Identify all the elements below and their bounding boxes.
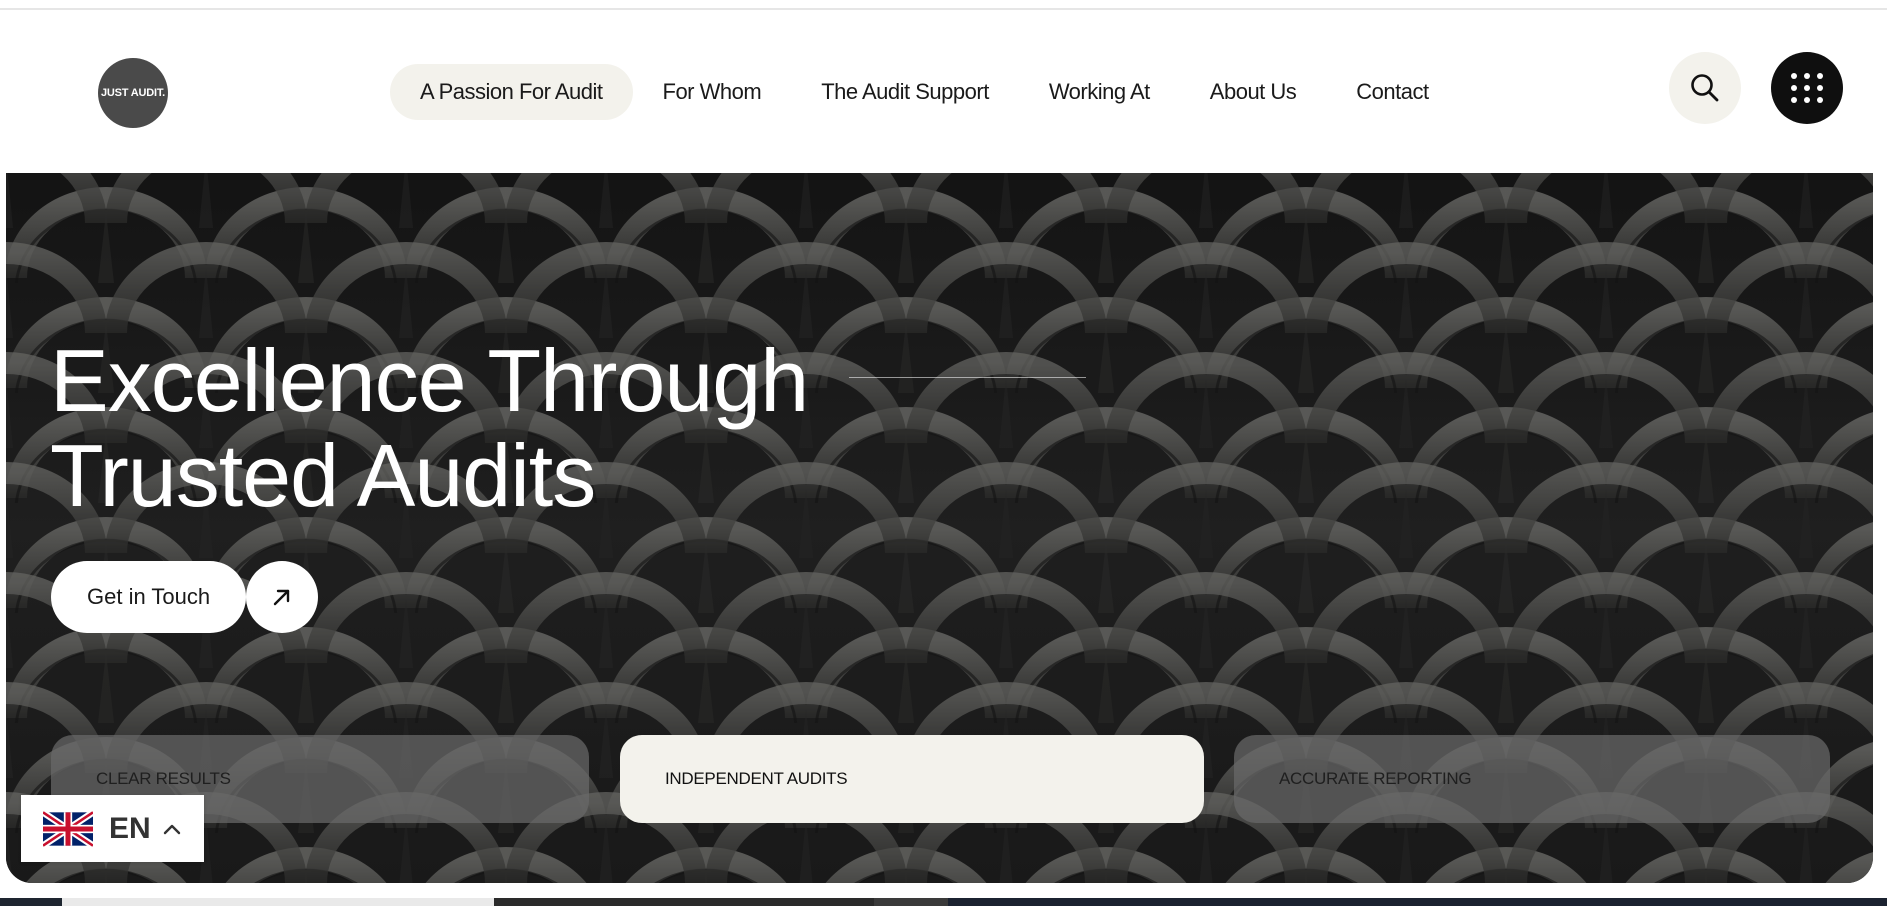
grid-menu-icon (1790, 97, 1797, 103)
grid-menu-icon (1803, 85, 1810, 91)
hero-title-line-1: Excellence Through (50, 331, 809, 430)
grid-menu-icon (1790, 85, 1797, 91)
cta-group: Get in Touch (51, 561, 319, 633)
site-header: JUST AUDIT. A Passion For Audit For Whom… (0, 10, 1887, 173)
grid-menu-icon (1816, 85, 1823, 91)
tab-independent-audits[interactable]: INDEPENDENT AUDITS (620, 735, 1204, 823)
nav-item-working-at[interactable]: Working At (1019, 64, 1180, 120)
next-section-peek (0, 898, 1887, 906)
cta-arrow-button[interactable] (246, 561, 319, 633)
nav-item-a-passion-for-audit[interactable]: A Passion For Audit (390, 64, 633, 120)
chevron-up-icon (163, 824, 180, 834)
search-button[interactable] (1669, 52, 1741, 124)
uk-flag-icon (43, 810, 93, 847)
grid-menu-icon (1803, 97, 1810, 103)
get-in-touch-button[interactable]: Get in Touch (51, 561, 247, 633)
grid-menu-icon (1816, 97, 1823, 103)
grid-menu-icon (1790, 73, 1797, 79)
hero-title-line-2: Trusted Audits (50, 426, 596, 525)
logo-text: JUST AUDIT. (100, 87, 165, 99)
logo[interactable]: JUST AUDIT. (98, 58, 168, 128)
main-nav: A Passion For Audit For Whom The Audit S… (390, 64, 1459, 120)
search-icon (1691, 74, 1719, 102)
tab-accurate-reporting[interactable]: ACCURATE REPORTING (1234, 735, 1830, 823)
grid-menu-icon (1816, 73, 1823, 79)
nav-item-the-audit-support[interactable]: The Audit Support (791, 64, 1019, 120)
nav-item-about-us[interactable]: About Us (1180, 64, 1327, 120)
hero-section: Excellence Through Trusted Audits Get in… (6, 173, 1873, 883)
nav-item-contact[interactable]: Contact (1326, 64, 1458, 120)
top-divider (0, 0, 1887, 10)
arrow-up-right-icon (273, 589, 290, 606)
language-switcher[interactable]: EN (21, 795, 204, 862)
nav-item-for-whom[interactable]: For Whom (633, 64, 792, 120)
language-code: EN (109, 811, 151, 845)
hero-decorative-line (849, 377, 1086, 378)
menu-button[interactable] (1771, 52, 1843, 124)
hero-title: Excellence Through Trusted Audits (50, 331, 809, 525)
grid-menu-icon (1803, 73, 1810, 79)
